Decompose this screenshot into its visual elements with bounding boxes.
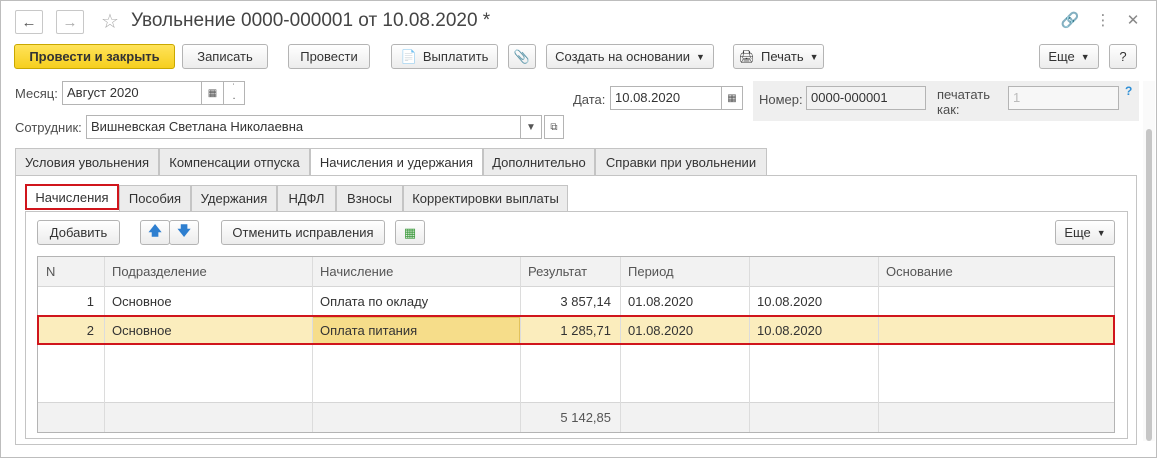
paperclip-icon: 📎: [513, 48, 531, 64]
column-header-result[interactable]: Результат: [528, 264, 587, 279]
move-up-button[interactable]: 🡅: [140, 220, 170, 245]
create-based-on-button[interactable]: Создать на основании ▼: [546, 44, 714, 69]
date-calendar-button[interactable]: ▦: [721, 86, 743, 110]
caret-down-icon: ▼: [809, 51, 819, 62]
subtab-accruals[interactable]: Начисления: [25, 184, 119, 210]
column-header-n[interactable]: N: [46, 264, 55, 279]
number-label: Номер:: [759, 92, 803, 107]
pay-button[interactable]: 📄 Выплатить: [391, 44, 498, 69]
printer-icon: 🖨: [738, 48, 755, 64]
tab-dismissal-conditions[interactable]: Условия увольнения: [15, 148, 159, 175]
spin-down-icon: ․: [232, 91, 236, 102]
total-result: 5 142,85: [560, 410, 611, 425]
number-field[interactable]: 0000-000001: [806, 86, 926, 110]
arrow-left-icon: ←: [21, 13, 37, 31]
caret-down-icon: ▼: [1080, 51, 1090, 62]
cell-division: Основное: [112, 294, 172, 309]
link-icon[interactable]: 🔗: [1060, 11, 1080, 29]
save-button[interactable]: Записать: [182, 44, 268, 69]
caret-down-icon: ▼: [695, 51, 705, 62]
add-button[interactable]: Добавить: [37, 220, 120, 245]
document-window: ← → ☆ Увольнение 0000-000001 от 10.08.20…: [0, 0, 1157, 458]
subtab-payment-corrections[interactable]: Корректировки выплаты: [403, 185, 568, 211]
calendar-button[interactable]: ▦: [201, 81, 224, 105]
print-as-label-2: как:: [937, 102, 960, 117]
subtab-deductions[interactable]: Удержания: [191, 185, 277, 211]
print-label: Печать: [761, 49, 804, 64]
employee-dropdown-button[interactable]: ▼: [520, 115, 542, 139]
calendar-icon: ▦: [727, 92, 737, 104]
favorite-star-icon[interactable]: ☆: [101, 9, 119, 34]
employee-open-button[interactable]: ⧉: [544, 115, 564, 139]
calendar-icon: ▦: [207, 87, 218, 99]
month-field[interactable]: Август 2020: [62, 81, 202, 105]
print-as-label-1: печатать: [937, 87, 991, 102]
help-button[interactable]: ?: [1109, 44, 1137, 69]
month-label: Месяц:: [15, 86, 58, 101]
arrow-right-icon: →: [62, 13, 78, 31]
document-icon: 📄: [400, 48, 417, 64]
more-vertical-icon[interactable]: ⋮: [1093, 11, 1113, 29]
employee-field[interactable]: Вишневская Светлана Николаевна: [86, 115, 521, 139]
subtab-contributions[interactable]: Взносы: [336, 185, 403, 211]
subtab-ndfl[interactable]: НДФЛ: [277, 185, 336, 211]
print-button[interactable]: 🖨 Печать ▼: [733, 44, 824, 69]
arrow-up-icon: 🡅: [148, 222, 162, 238]
attach-button[interactable]: 📎: [508, 44, 536, 69]
tab-additional[interactable]: Дополнительно: [483, 148, 595, 175]
cell-period-from: 01.08.2020: [628, 294, 694, 309]
open-icon: ⧉: [550, 121, 558, 133]
column-header-period[interactable]: Период: [628, 264, 674, 279]
more-label: Еще: [1048, 49, 1075, 64]
page-title: Увольнение 0000-000001 от 10.08.2020 *: [131, 10, 491, 31]
grid-more-button[interactable]: Еще ▼: [1055, 220, 1115, 245]
arrow-down-icon: 🡇: [177, 222, 191, 238]
cell-period-to: 10.08.2020: [757, 294, 823, 309]
cell-accrual: Оплата по окладу: [320, 294, 429, 309]
caret-down-icon: ▼: [526, 121, 536, 133]
column-header-accrual[interactable]: Начисление: [320, 264, 393, 279]
date-field[interactable]: 10.08.2020: [610, 86, 722, 110]
tab-certificates[interactable]: Справки при увольнении: [595, 148, 767, 175]
caret-down-icon: ▼: [1096, 227, 1106, 238]
print-as-label: печатать как:: [937, 87, 990, 117]
close-icon[interactable]: ✕: [1123, 11, 1143, 29]
cancel-corrections-button[interactable]: Отменить исправления: [221, 220, 385, 245]
grid-more-label: Еще: [1064, 225, 1091, 240]
print-as-field[interactable]: 1: [1008, 86, 1119, 110]
pay-label: Выплатить: [422, 49, 489, 64]
employee-label: Сотрудник:: [15, 120, 82, 135]
cell-n: 1: [86, 294, 94, 309]
more-button[interactable]: Еще ▼: [1039, 44, 1099, 69]
help-question-icon[interactable]: ?: [1125, 84, 1132, 98]
column-header-division[interactable]: Подразделение: [112, 264, 207, 279]
post-and-close-button[interactable]: Провести и закрыть: [14, 44, 175, 69]
row-highlight-outline: [37, 315, 1115, 345]
subtab-benefits[interactable]: Пособия: [119, 185, 191, 211]
table-add-icon: ▦: [403, 224, 417, 240]
scrollbar-thumb[interactable]: [1146, 129, 1152, 441]
create-based-on-label: Создать на основании: [555, 49, 690, 64]
cell-result: 3 857,14: [560, 294, 611, 309]
date-label: Дата:: [573, 92, 606, 107]
tab-vacation-compensation[interactable]: Компенсации отпуска: [159, 148, 310, 175]
vertical-scrollbar[interactable]: [1143, 81, 1155, 441]
tab-accruals-deductions[interactable]: Начисления и удержания: [310, 148, 483, 176]
month-spinner[interactable]: ˙ ․: [223, 81, 245, 105]
add-table-button[interactable]: ▦: [395, 220, 425, 245]
move-down-button[interactable]: 🡇: [169, 220, 199, 245]
column-header-basis[interactable]: Основание: [886, 264, 953, 279]
back-button[interactable]: ←: [15, 10, 43, 34]
post-button[interactable]: Провести: [288, 44, 370, 69]
forward-button[interactable]: →: [56, 10, 84, 34]
